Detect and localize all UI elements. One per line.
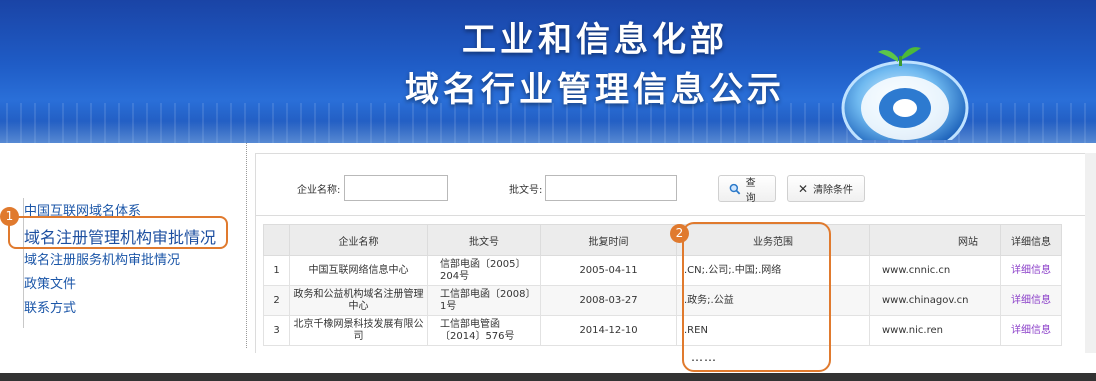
search-form: 企业名称: 批文号: 查询 ✕ 清除条件 [256, 154, 1096, 214]
approval-number-label: 批文号: [509, 185, 543, 196]
clear-conditions-button[interactable]: ✕ 清除条件 [787, 175, 865, 202]
at-sign-globe-icon [841, 47, 969, 140]
approval-table: 企业名称 批文号 批复时间 业务范围 网站 详细信息 1 中国互联网络信息中心 … [263, 224, 1062, 346]
row-approval-number: 工信部电管函〔2014〕576号 [427, 315, 541, 346]
row-approval-date: 2014-12-10 [540, 315, 677, 346]
header-details: 详细信息 [1000, 224, 1062, 256]
company-name-input[interactable] [344, 175, 448, 201]
bottom-bar [0, 373, 1096, 381]
sidebar-divider [246, 143, 247, 348]
sidebar-item-registrar-approval[interactable]: 域名注册服务机构审批情况 [24, 249, 180, 268]
search-separator [256, 215, 1096, 216]
highlight-box-1 [8, 216, 228, 249]
header-index [263, 224, 290, 256]
annotation-badge-1: 1 [0, 207, 19, 226]
header-banner: 工业和信息化部 域名行业管理信息公示 [0, 0, 1096, 143]
row-company-name: 北京千橡网景科技发展有限公司 [289, 315, 428, 346]
row-website: www.nic.ren [869, 315, 1001, 346]
page: 工业和信息化部 域名行业管理信息公示 中国互联网域名体系 域名注册管理机构审批情… [0, 0, 1096, 381]
clear-button-label: 清除条件 [813, 185, 854, 196]
query-button-label: 查询 [745, 177, 756, 204]
approval-number-input[interactable] [545, 175, 677, 201]
table-row: 2 政务和公益机构域名注册管理中心 工信部电函〔2008〕1号 2008-03-… [263, 285, 1062, 316]
query-button[interactable]: 查询 [718, 175, 776, 204]
header-approval-number: 批文号 [427, 224, 541, 256]
row-details-link[interactable]: 详细信息 [1000, 315, 1062, 346]
row-index: 2 [263, 285, 290, 316]
scrollbar[interactable] [1085, 153, 1096, 353]
row-website: www.chinagov.cn [869, 285, 1001, 316]
row-company-name: 中国互联网络信息中心 [289, 255, 428, 286]
company-name-label: 企业名称: [297, 185, 341, 196]
row-company-name: 政务和公益机构域名注册管理中心 [289, 285, 428, 316]
annotation-badge-2: 2 [670, 224, 689, 243]
row-approval-date: 2005-04-11 [540, 255, 677, 286]
table-row: 3 北京千橡网景科技发展有限公司 工信部电管函〔2014〕576号 2014-1… [263, 315, 1062, 346]
row-approval-number: 信部电函〔2005〕204号 [427, 255, 541, 286]
close-icon: ✕ [798, 181, 809, 196]
sidebar-item-contact[interactable]: 联系方式 [24, 297, 76, 316]
row-details-link[interactable]: 详细信息 [1000, 255, 1062, 286]
row-index: 3 [263, 315, 290, 346]
sidebar-item-policy-docs[interactable]: 政策文件 [24, 273, 76, 292]
header-company-name: 企业名称 [289, 224, 428, 256]
header-approval-date: 批复时间 [540, 224, 677, 256]
table-row: 1 中国互联网络信息中心 信部电函〔2005〕204号 2005-04-11 .… [263, 255, 1062, 286]
row-website: www.cnnic.cn [869, 255, 1001, 286]
header-website: 网站 [869, 224, 1001, 256]
table-header-row: 企业名称 批文号 批复时间 业务范围 网站 详细信息 [263, 224, 1062, 256]
row-approval-number: 工信部电函〔2008〕1号 [427, 285, 541, 316]
more-rows-ellipsis: …… [691, 350, 717, 364]
row-index: 1 [263, 255, 290, 286]
row-approval-date: 2008-03-27 [540, 285, 677, 316]
row-details-link[interactable]: 详细信息 [1000, 285, 1062, 316]
magnifier-icon [729, 183, 741, 194]
